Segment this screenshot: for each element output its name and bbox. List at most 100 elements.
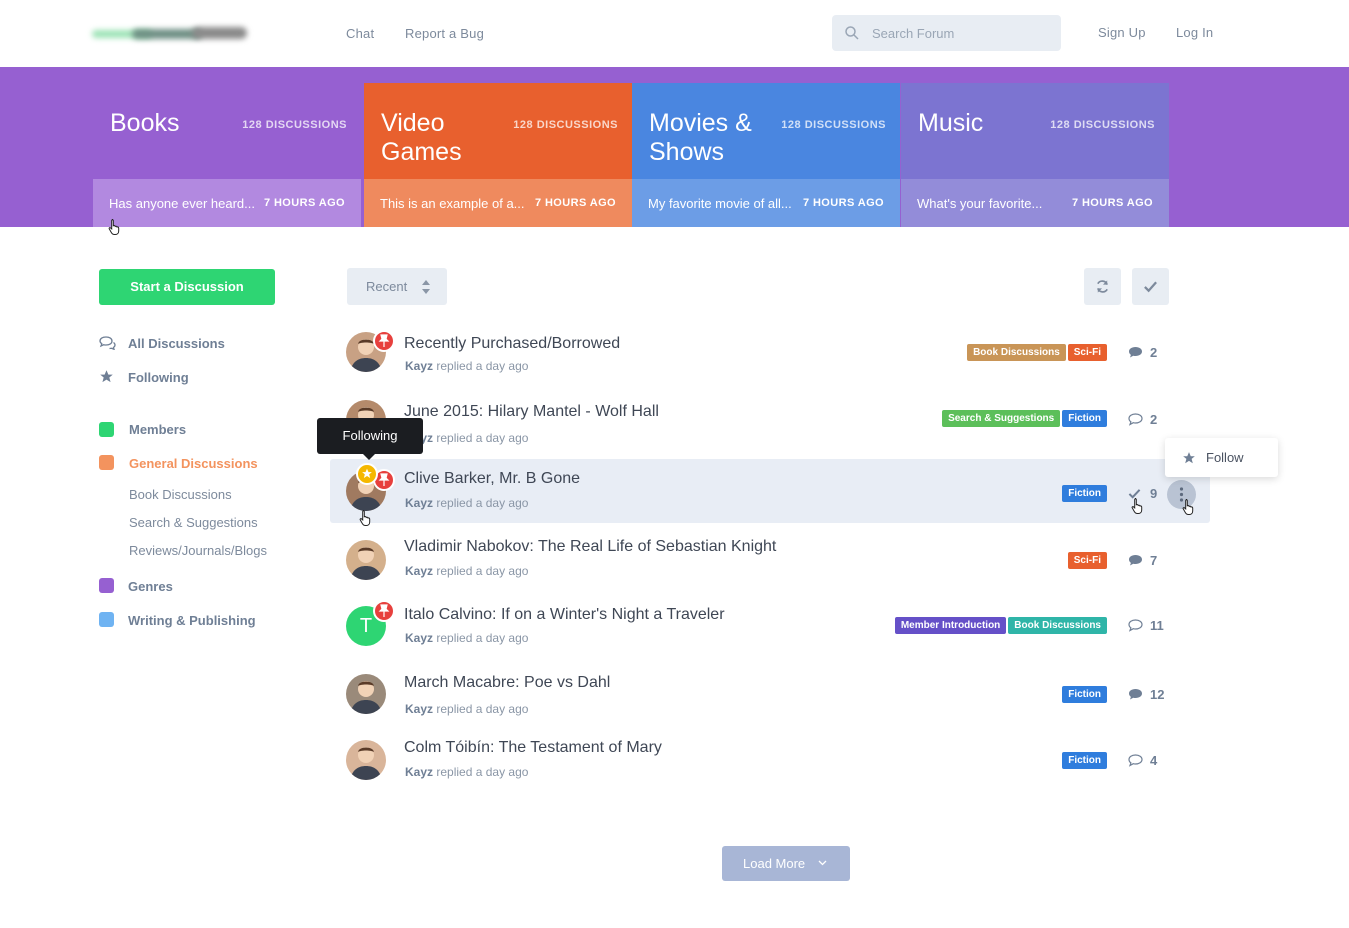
category-count: 128 DISCUSSIONS [242, 119, 347, 131]
check-icon [1144, 281, 1157, 293]
category-latest-title: Has anyone ever heard... [109, 196, 255, 211]
category-latest[interactable]: What's your favorite... 7 HOURS AGO [901, 179, 1169, 227]
follow-menu-item[interactable]: Follow [1206, 450, 1244, 465]
discussion-title[interactable]: March Macabre: Poe vs Dahl [404, 674, 610, 692]
category-tile-books[interactable]: Books 128 DISCUSSIONS Has anyone ever he… [93, 83, 361, 227]
hand-cursor-icon [108, 219, 120, 235]
author-name[interactable]: Kayz [405, 765, 433, 779]
sidebar-subtag-reviews-journals-blogs[interactable]: Reviews/Journals/Blogs [129, 543, 267, 558]
discussion-meta: Kayz replied a day ago [405, 359, 528, 373]
discussion-tags: Fiction [1062, 485, 1107, 502]
star-icon [1183, 452, 1195, 464]
category-tile-movies-shows[interactable]: Movies & Shows 128 DISCUSSIONS My favori… [632, 83, 900, 227]
discussion-title[interactable]: June 2015: Hilary Mantel - Wolf Hall [404, 403, 659, 421]
search-input[interactable]: Search Forum [832, 15, 1061, 51]
nav-chat[interactable]: Chat [346, 26, 374, 41]
tag-color-swatch [99, 578, 114, 593]
sort-label: Recent [366, 279, 408, 294]
sidebar-following[interactable]: Following [128, 370, 189, 385]
discussion-meta: Kayz replied a day ago [405, 431, 528, 445]
tag-badge[interactable]: Fiction [1062, 485, 1107, 502]
tag-badge[interactable]: Fiction [1062, 686, 1107, 703]
discussion-row[interactable]: March Macabre: Poe vs Dahl Kayz replied a… [330, 662, 1210, 726]
reply-count-value: 11 [1150, 618, 1164, 633]
pin-icon [373, 330, 395, 352]
mark-all-read-button[interactable] [1132, 268, 1169, 305]
category-latest-time: 7 HOURS AGO [263, 197, 345, 209]
comment-outline-icon [1128, 754, 1143, 767]
pin-icon [373, 600, 395, 622]
category-tile-video-games[interactable]: Video Games 128 DISCUSSIONS This is an e… [364, 83, 632, 227]
reply-count-value: 2 [1150, 345, 1158, 360]
tag-color-swatch [99, 612, 114, 627]
discussion-title[interactable]: Vladimir Nabokov: The Real Life of Sebas… [404, 538, 776, 556]
author-name[interactable]: Kayz [405, 631, 433, 645]
tag-badge[interactable]: Fiction [1062, 410, 1107, 427]
comment-icon [1129, 347, 1142, 358]
author-name[interactable]: Kayz [405, 496, 433, 510]
discussion-title[interactable]: Clive Barker, Mr. B Gone [404, 470, 580, 488]
sort-arrows-icon [422, 280, 430, 294]
author-name[interactable]: Kayz [405, 359, 433, 373]
tag-badge[interactable]: Member Introduction [894, 617, 1007, 634]
discussion-row[interactable]: T Italo Calvino: If on a Winter's Night a… [330, 594, 1210, 658]
reply-time: replied a day ago [436, 702, 529, 716]
reply-count-value: 2 [1150, 412, 1158, 427]
sidebar-subtag-book-discussions[interactable]: Book Discussions [129, 487, 232, 502]
discussion-tags: Book Discussions Sci-Fi [967, 344, 1107, 361]
sidebar-subtag-search-suggestions[interactable]: Search & Suggestions [129, 515, 258, 530]
category-title: Books [110, 109, 180, 137]
tag-badge[interactable]: Fiction [1062, 752, 1107, 769]
tag-badge[interactable]: Sci-Fi [1067, 552, 1107, 569]
load-more-button[interactable]: Load More [722, 846, 850, 881]
nav-report-bug[interactable]: Report a Bug [405, 26, 484, 41]
category-latest-title: My favorite movie of all... [648, 196, 792, 211]
avatar[interactable] [346, 674, 386, 714]
discussion-row[interactable]: Colm Tóibín: The Testament of Mary Kayz r… [330, 728, 1210, 792]
following-star-icon[interactable] [356, 463, 378, 485]
start-discussion-button[interactable]: Start a Discussion [99, 269, 275, 305]
category-title: Movies & Shows [649, 109, 752, 166]
comment-outline-icon [1128, 413, 1143, 426]
discussion-title[interactable]: Italo Calvino: If on a Winter's Night a … [404, 606, 725, 624]
sort-dropdown[interactable]: Recent [347, 268, 447, 305]
discussion-meta: Kayz replied a day ago [405, 631, 528, 645]
discussion-meta: Kayz replied a day ago [405, 702, 528, 716]
sign-up-link[interactable]: Sign Up [1098, 25, 1146, 40]
category-latest-title: This is an example of a... [380, 196, 525, 211]
avatar[interactable] [346, 540, 386, 580]
sidebar-all-discussions[interactable]: All Discussions [128, 336, 225, 351]
discussion-row[interactable]: Recently Purchased/Borrowed Kayz replied … [330, 320, 1210, 384]
tag-badge[interactable]: Book Discussions [967, 344, 1066, 361]
log-in-link[interactable]: Log In [1176, 25, 1213, 40]
category-latest[interactable]: This is an example of a... 7 HOURS AGO [364, 179, 632, 227]
category-latest[interactable]: My favorite movie of all... 7 HOURS AGO [632, 179, 900, 227]
tag-badge[interactable]: Book Discussions [1008, 617, 1107, 634]
discussion-title[interactable]: Recently Purchased/Borrowed [404, 335, 620, 353]
refresh-button[interactable] [1084, 268, 1121, 305]
avatar-initial: T [359, 614, 373, 637]
sidebar-tag-members[interactable]: Members [129, 422, 186, 437]
category-latest[interactable]: Has anyone ever heard... 7 HOURS AGO [93, 179, 361, 227]
discussion-row[interactable]: Clive Barker, Mr. B Gone Kayz replied a d… [330, 459, 1210, 523]
discussion-tags: Member Introduction Book Discussions [894, 617, 1107, 634]
author-name[interactable]: Kayz [405, 702, 433, 716]
sidebar-tag-general-discussions[interactable]: General Discussions [129, 456, 258, 471]
sidebar-tag-genres[interactable]: Genres [128, 579, 173, 594]
reply-time: replied a day ago [436, 765, 529, 779]
tag-badge[interactable]: Search & Suggestions [942, 410, 1061, 427]
tag-badge[interactable]: Sci-Fi [1067, 344, 1107, 361]
discussion-row[interactable]: June 2015: Hilary Mantel - Wolf Hall Kayz… [330, 388, 1210, 452]
author-name[interactable]: Kayz [405, 564, 433, 578]
tag-color-swatch [99, 455, 114, 470]
hand-cursor-icon [1182, 499, 1194, 515]
category-tile-music[interactable]: Music 128 DISCUSSIONS What's your favori… [901, 83, 1169, 227]
reply-count-value: 12 [1150, 687, 1165, 702]
discussion-title[interactable]: Colm Tóibín: The Testament of Mary [404, 739, 662, 757]
avatar[interactable] [346, 740, 386, 780]
site-logo[interactable] [92, 22, 254, 44]
comment-outline-icon [1128, 619, 1143, 632]
discussion-row[interactable]: Vladimir Nabokov: The Real Life of Sebas… [330, 528, 1210, 592]
sidebar-tag-writing-publishing[interactable]: Writing & Publishing [128, 613, 256, 628]
reply-count-value: 4 [1150, 753, 1158, 768]
